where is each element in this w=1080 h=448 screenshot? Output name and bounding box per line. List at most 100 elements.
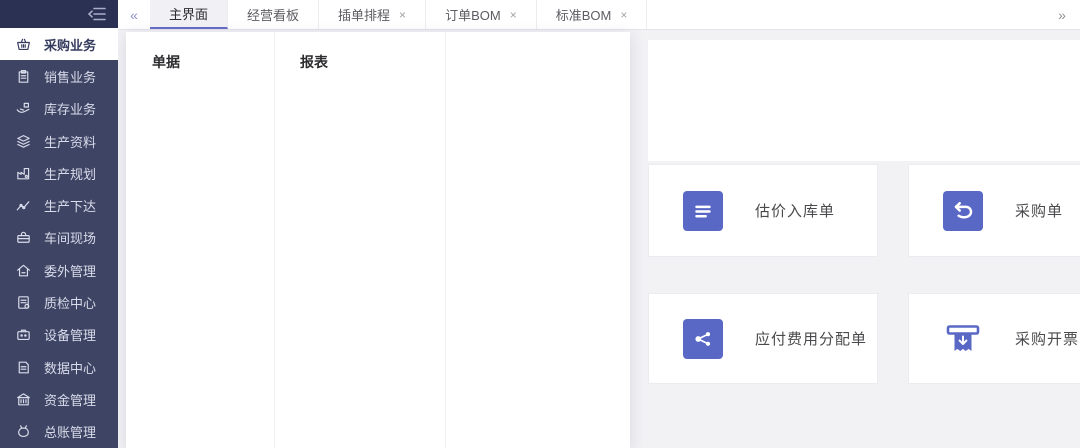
menu-item[interactable] (300, 150, 445, 174)
menu-item[interactable] (470, 78, 630, 102)
menu-item[interactable] (300, 126, 445, 150)
menu-item[interactable] (300, 102, 445, 126)
tab-label: 经营看板 (247, 5, 299, 24)
tab[interactable]: 插单排程 × (319, 0, 426, 29)
menu-item[interactable] (470, 102, 630, 126)
shortcut-label: 采购开票 (1015, 328, 1079, 349)
tab[interactable]: 标准BOM × (537, 0, 648, 29)
menu-item[interactable] (300, 222, 445, 246)
tab[interactable]: 主界面 (150, 0, 228, 29)
close-tab-icon[interactable]: × (399, 8, 406, 22)
money-bag-icon (15, 423, 32, 440)
menu-item[interactable] (300, 78, 445, 102)
sidebar-item-label: 销售业务 (44, 67, 96, 86)
undo-arrow-icon (943, 191, 983, 231)
list-lines-icon (683, 191, 723, 231)
menu-column-reports-continued (446, 32, 630, 448)
menu-item[interactable] (470, 126, 630, 150)
sidebar-item-label: 数据中心 (44, 358, 96, 377)
shortcut-label: 应付费用分配单 (755, 328, 867, 349)
sidebar-item[interactable]: 生产规划 (0, 157, 118, 189)
menu-item[interactable] (152, 174, 274, 198)
sidebar: 采购业务 销售业务 库存业务 生产资料 生产规划 生产下达 车间现场 委外管理 … (0, 0, 118, 448)
menu-item[interactable] (152, 150, 274, 174)
home-icon (15, 262, 32, 279)
menu-item[interactable] (152, 198, 274, 222)
tab[interactable]: 经营看板 (228, 0, 319, 29)
sidebar-item-label: 生产规划 (44, 164, 96, 183)
sidebar-item[interactable]: 生产下达 (0, 189, 118, 221)
menu-item[interactable] (300, 270, 445, 294)
shortcut-card[interactable]: 采购单 (908, 164, 1080, 257)
menu-item[interactable] (152, 126, 274, 150)
sidebar-item[interactable]: 采购业务 (0, 28, 118, 60)
menu-item[interactable] (300, 294, 445, 318)
menu-item[interactable] (300, 366, 445, 390)
menu-item[interactable] (470, 294, 630, 318)
clipboard-icon (15, 68, 32, 85)
bank-icon (15, 391, 32, 408)
sidebar-item[interactable]: 销售业务 (0, 60, 118, 92)
sidebar-item[interactable]: 生产资料 (0, 125, 118, 157)
sidebar-item[interactable]: 总账管理 (0, 416, 118, 448)
menu-fold-icon[interactable] (88, 6, 106, 22)
menu-item[interactable] (152, 78, 274, 102)
sidebar-item-label: 生产资料 (44, 132, 96, 151)
menu-item[interactable] (470, 222, 630, 246)
content-area (648, 40, 1080, 161)
tab-label: 主界面 (169, 4, 208, 23)
sidebar-item-label: 总账管理 (44, 422, 96, 441)
sidebar-item[interactable]: 委外管理 (0, 254, 118, 286)
document-icon (15, 359, 32, 376)
shortcut-card[interactable]: 估价入库单 (648, 164, 878, 257)
receipt-print-icon (943, 319, 983, 359)
tab[interactable]: 订单BOM × (426, 0, 537, 29)
menu-item[interactable] (300, 342, 445, 366)
menu-item[interactable] (300, 246, 445, 270)
tab-label: 标准BOM (556, 5, 612, 24)
menu-item[interactable] (470, 150, 630, 174)
sidebar-item-label: 车间现场 (44, 228, 96, 247)
menu-item[interactable] (152, 222, 274, 246)
menu-item[interactable] (300, 318, 445, 342)
menu-column-reports: 报表 (275, 32, 446, 448)
sidebar-item-label: 委外管理 (44, 261, 96, 280)
sidebar-item[interactable]: 库存业务 (0, 93, 118, 125)
menu-item[interactable] (470, 246, 630, 270)
menu-item[interactable] (470, 174, 630, 198)
sidebar-item[interactable]: 车间现场 (0, 222, 118, 254)
shortcut-card[interactable]: 应付费用分配单 (648, 293, 878, 384)
sidebar-item-label: 质检中心 (44, 293, 96, 312)
menu-item[interactable] (300, 198, 445, 222)
sidebar-item[interactable]: 数据中心 (0, 351, 118, 383)
menu-item[interactable] (470, 270, 630, 294)
sidebar-item-label: 资金管理 (44, 390, 96, 409)
menu-item[interactable] (152, 102, 274, 126)
menu-item[interactable] (300, 174, 445, 198)
menu-column-header: 报表 (300, 50, 445, 74)
close-tab-icon[interactable]: × (510, 8, 517, 22)
menu-item[interactable] (152, 270, 274, 294)
scroll-tabs-right-icon[interactable]: » (1046, 0, 1078, 30)
menu-item[interactable] (300, 414, 445, 438)
shortcut-card[interactable]: 采购开票 (908, 293, 1080, 384)
chart-icon (15, 197, 32, 214)
sidebar-item[interactable]: 设备管理 (0, 319, 118, 351)
menu-item[interactable] (152, 318, 274, 342)
layers-icon (15, 133, 32, 150)
scroll-tabs-left-icon[interactable]: « (118, 0, 150, 29)
menu-item[interactable] (300, 390, 445, 414)
menu-item[interactable] (152, 294, 274, 318)
sidebar-item-label: 设备管理 (44, 325, 96, 344)
briefcase-icon (15, 326, 32, 343)
close-tab-icon[interactable]: × (620, 8, 627, 22)
sidebar-item[interactable]: 资金管理 (0, 383, 118, 415)
menu-column-header: 单据 (152, 50, 274, 74)
tab-label: 插单排程 (338, 5, 390, 24)
menu-item[interactable] (470, 198, 630, 222)
share-nodes-icon (683, 319, 723, 359)
sidebar-item-label: 采购业务 (44, 35, 96, 54)
sidebar-item-label: 生产下达 (44, 196, 96, 215)
menu-item[interactable] (152, 246, 274, 270)
sidebar-item[interactable]: 质检中心 (0, 286, 118, 318)
